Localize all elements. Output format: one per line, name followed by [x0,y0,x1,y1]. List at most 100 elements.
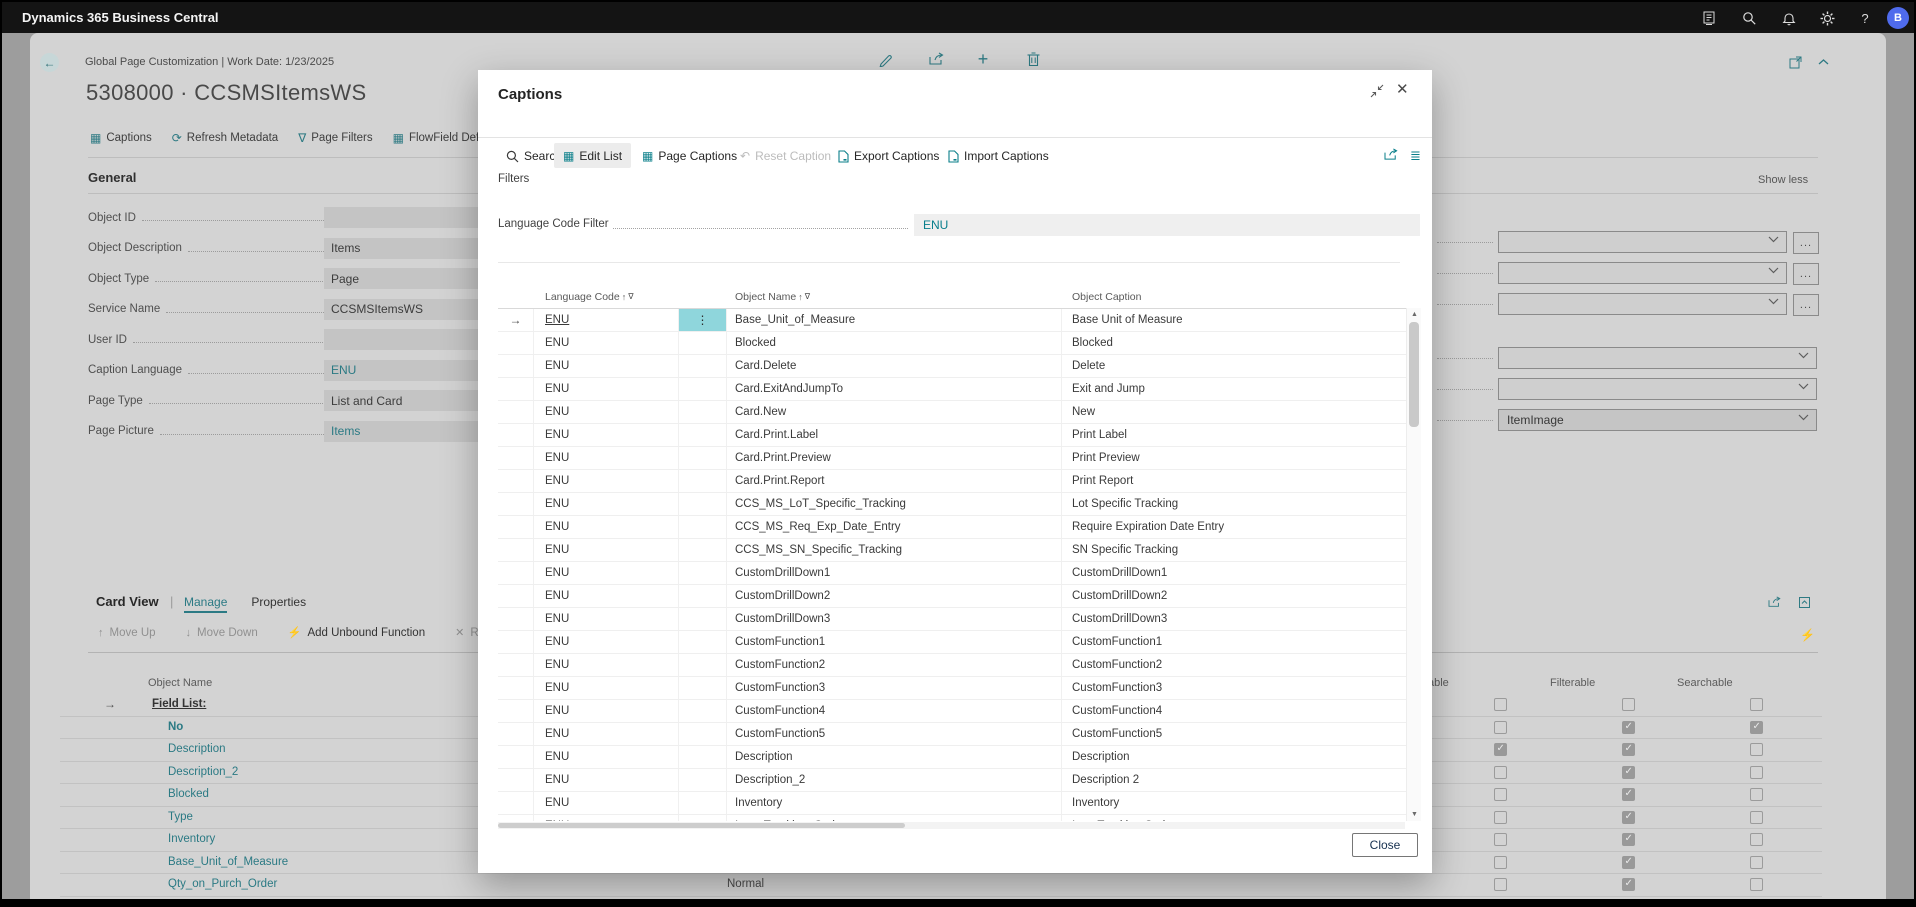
caption-row[interactable]: → ENU ⋮ Card.Print.Label Print Label [498,424,1406,447]
caption-row[interactable]: → ENU ⋮ Blocked Blocked [498,332,1406,355]
new-icon[interactable]: + [974,50,992,68]
filterable-checkbox[interactable] [1622,878,1635,891]
language-code-cell[interactable]: ENU [545,429,569,441]
object-name-cell[interactable]: Card.ExitAndJumpTo [727,378,1062,400]
language-code-cell[interactable]: ENU [545,751,569,763]
share-toolbar-icon[interactable] [1384,148,1399,161]
list-view-icon[interactable]: ≣ [1410,148,1421,164]
caption-row[interactable]: → ENU ⋮ Item_Tracking_Code Item Tracking… [498,815,1406,821]
searchable-checkbox[interactable] [1750,833,1763,846]
object-caption-cell[interactable]: Print Label [1062,424,1406,446]
object-name-cell[interactable]: CustomFunction5 [727,723,1062,745]
object-name-cell[interactable]: Field List: [152,698,206,710]
object-caption-cell[interactable]: Inventory [1062,792,1406,814]
filterable-checkbox[interactable] [1622,856,1635,869]
chevron-down-icon[interactable] [1768,236,1779,243]
object-caption-cell[interactable]: Print Report [1062,470,1406,492]
object-caption-cell[interactable]: Lot Specific Tracking [1062,493,1406,515]
object-name-cell[interactable]: CCS_MS_SN_Specific_Tracking [727,539,1062,561]
avatar[interactable]: B [1887,7,1909,29]
card-view-action[interactable]: ↑ Move Up [98,626,156,639]
card-view-action[interactable]: ⚡ Add Unbound Function [288,626,425,639]
object-caption-cell[interactable]: CustomDrillDown3 [1062,608,1406,630]
share-section-icon[interactable] [1768,596,1782,608]
language-code-cell[interactable]: ENU [545,314,569,326]
chevron-down-icon[interactable] [1798,414,1809,421]
object-caption-cell[interactable]: CustomFunction1 [1062,631,1406,653]
row-ellipsis-icon[interactable]: ⋮ [697,313,709,327]
share-icon[interactable] [928,50,946,68]
filterable-checkbox[interactable] [1622,833,1635,846]
bell-icon[interactable] [1780,9,1798,27]
caption-row[interactable]: → ENU ⋮ CustomDrillDown1 CustomDrillDown… [498,562,1406,585]
editable-checkbox[interactable] [1494,788,1507,801]
caption-row[interactable]: → ENU ⋮ CustomDrillDown3 CustomDrillDown… [498,608,1406,631]
object-name-cell[interactable]: Blocked [168,788,209,800]
caption-row[interactable]: → ENU ⋮ Base_Unit_of_Measure Base Unit o… [498,309,1406,332]
object-name-cell[interactable]: No [168,721,183,733]
dropdown-field[interactable]: ... [1498,378,1817,400]
chevron-down-icon[interactable] [1798,352,1809,359]
language-code-cell[interactable]: ENU [545,475,569,487]
ribbon-action[interactable]: ⟳ Refresh Metadata [172,131,278,145]
card-view-tab[interactable]: Properties [251,595,306,613]
object-caption-cell[interactable]: Require Expiration Date Entry [1062,516,1406,538]
caption-row[interactable]: → ENU ⋮ CCS_MS_Req_Exp_Date_Entry Requir… [498,516,1406,539]
object-caption-header[interactable]: Object Caption [1062,291,1406,303]
object-name-cell[interactable]: CustomFunction3 [727,677,1062,699]
object-caption-cell[interactable]: Print Preview [1062,447,1406,469]
language-code-cell[interactable]: ENU [545,544,569,556]
gear-icon[interactable] [1818,9,1836,27]
object-name-cell[interactable]: Description_2 [168,766,238,778]
language-code-cell[interactable]: ENU [545,406,569,418]
language-code-cell[interactable]: ENU [545,636,569,648]
object-name-cell[interactable]: Qty_on_Purch_Order [168,878,277,890]
scroll-down-icon[interactable]: ▼ [1407,811,1422,818]
caption-row[interactable]: → ENU ⋮ CustomFunction4 CustomFunction4 [498,700,1406,723]
object-name-cell[interactable]: Inventory [168,833,215,845]
editable-checkbox[interactable] [1494,833,1507,846]
edit-list-action[interactable]: ▦ Edit List [554,143,631,168]
editable-checkbox[interactable] [1494,721,1507,734]
object-name-cell[interactable]: Type [168,811,193,823]
back-button[interactable]: ← [40,53,59,72]
object-name-cell[interactable]: Card.Print.Preview [727,447,1062,469]
searchable-checkbox[interactable] [1750,788,1763,801]
language-code-cell[interactable]: ENU [545,383,569,395]
caption-row[interactable]: → ENU ⋮ CCS_MS_LoT_Specific_Tracking Lot… [498,493,1406,516]
object-name-cell[interactable]: Inventory [727,792,1062,814]
close-button[interactable]: Close [1352,833,1418,857]
caption-row[interactable]: → ENU ⋮ Card.Print.Report Print Report [498,470,1406,493]
object-caption-cell[interactable]: CustomFunction4 [1062,700,1406,722]
caption-row[interactable]: → ENU ⋮ Card.New New [498,401,1406,424]
object-caption-cell[interactable]: SN Specific Tracking [1062,539,1406,561]
collapse-header-icon[interactable] [1814,53,1832,71]
searchable-checkbox[interactable] [1750,743,1763,756]
caption-row[interactable]: → ENU ⋮ Inventory Inventory [498,792,1406,815]
object-name-cell[interactable]: CCS_MS_Req_Exp_Date_Entry [727,516,1062,538]
caption-row[interactable]: → ENU ⋮ CCS_MS_SN_Specific_Tracking SN S… [498,539,1406,562]
filterable-checkbox[interactable] [1622,766,1635,779]
object-name-cell[interactable]: CustomDrillDown3 [727,608,1062,630]
editable-checkbox[interactable] [1494,743,1507,756]
object-name-cell[interactable]: CustomFunction1 [727,631,1062,653]
object-caption-cell[interactable]: Description [1062,746,1406,768]
object-name-cell[interactable]: Card.Print.Report [727,470,1062,492]
object-caption-cell[interactable]: Description 2 [1062,769,1406,791]
ribbon-action[interactable]: ∇ Page Filters [298,131,372,145]
object-caption-cell[interactable]: CustomFunction2 [1062,654,1406,676]
object-name-cell[interactable]: CustomDrillDown1 [727,562,1062,584]
object-caption-cell[interactable]: Exit and Jump [1062,378,1406,400]
table-row[interactable]: → Qty_on_Purch_Order Normal [60,874,1822,897]
object-name-cell[interactable]: Blocked [727,332,1062,354]
chevron-down-icon[interactable] [1798,383,1809,390]
object-caption-cell[interactable]: Delete [1062,355,1406,377]
object-name-cell[interactable]: CCS_MS_LoT_Specific_Tracking [727,493,1062,515]
restore-size-icon[interactable] [1370,84,1384,98]
language-code-cell[interactable]: ENU [545,682,569,694]
filterable-checkbox[interactable] [1622,788,1635,801]
assist-edit-button[interactable]: ... [1793,263,1819,285]
assist-edit-button[interactable]: ... [1793,294,1819,316]
design-icon[interactable]: ⚡ [1800,628,1815,642]
assist-edit-button[interactable]: ... [1793,232,1819,254]
